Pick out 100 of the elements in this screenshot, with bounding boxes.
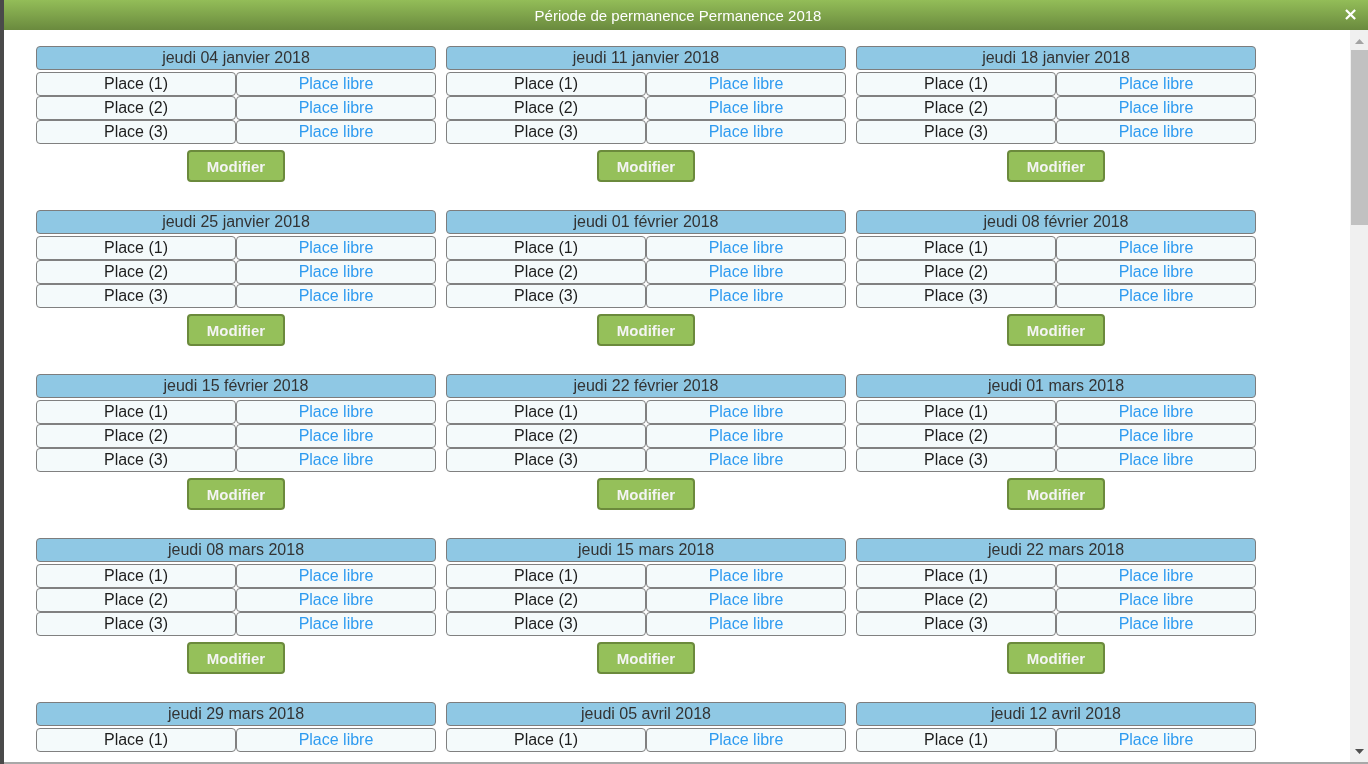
date-header: jeudi 01 mars 2018 — [856, 374, 1256, 398]
place-status-link[interactable]: Place libre — [236, 120, 436, 144]
place-label: Place (2) — [856, 96, 1056, 120]
modify-button[interactable]: Modifier — [597, 314, 695, 346]
place-label: Place (1) — [856, 72, 1056, 96]
date-header: jeudi 01 février 2018 — [446, 210, 846, 234]
place-label: Place (3) — [856, 448, 1056, 472]
place-status-link[interactable]: Place libre — [646, 72, 846, 96]
modify-button[interactable]: Modifier — [1007, 478, 1105, 510]
place-label: Place (2) — [36, 588, 236, 612]
place-label: Place (3) — [856, 612, 1056, 636]
date-header: jeudi 08 février 2018 — [856, 210, 1256, 234]
place-status-link[interactable]: Place libre — [236, 260, 436, 284]
date-header: jeudi 29 mars 2018 — [36, 702, 436, 726]
place-status-link[interactable]: Place libre — [1056, 612, 1256, 636]
place-status-link[interactable]: Place libre — [646, 728, 846, 752]
place-status-link[interactable]: Place libre — [1056, 400, 1256, 424]
place-label: Place (1) — [36, 728, 236, 752]
modify-button[interactable]: Modifier — [1007, 314, 1105, 346]
modify-button[interactable]: Modifier — [187, 314, 285, 346]
modify-button[interactable]: Modifier — [597, 642, 695, 674]
place-status-link[interactable]: Place libre — [1056, 236, 1256, 260]
place-status-link[interactable]: Place libre — [1056, 728, 1256, 752]
modify-button[interactable]: Modifier — [1007, 642, 1105, 674]
place-label: Place (2) — [36, 96, 236, 120]
place-label: Place (2) — [446, 588, 646, 612]
date-header: jeudi 22 mars 2018 — [856, 538, 1256, 562]
modify-button[interactable]: Modifier — [597, 478, 695, 510]
place-label: Place (1) — [446, 72, 646, 96]
date-header: jeudi 18 janvier 2018 — [856, 46, 1256, 70]
place-label: Place (2) — [446, 96, 646, 120]
date-header: jeudi 12 avril 2018 — [856, 702, 1256, 726]
scroll-up-arrow-icon[interactable] — [1354, 39, 1364, 44]
place-status-link[interactable]: Place libre — [646, 260, 846, 284]
modify-button[interactable]: Modifier — [187, 642, 285, 674]
date-header: jeudi 04 janvier 2018 — [36, 46, 436, 70]
place-label: Place (3) — [856, 284, 1056, 308]
place-status-link[interactable]: Place libre — [236, 284, 436, 308]
place-status-link[interactable]: Place libre — [236, 612, 436, 636]
place-label: Place (1) — [36, 236, 236, 260]
place-label: Place (1) — [446, 564, 646, 588]
place-status-link[interactable]: Place libre — [1056, 588, 1256, 612]
place-label: Place (3) — [446, 120, 646, 144]
place-status-link[interactable]: Place libre — [236, 564, 436, 588]
place-status-link[interactable]: Place libre — [1056, 564, 1256, 588]
close-button[interactable]: × — [1340, 5, 1360, 23]
place-status-link[interactable]: Place libre — [1056, 120, 1256, 144]
place-label: Place (2) — [36, 260, 236, 284]
place-status-link[interactable]: Place libre — [646, 284, 846, 308]
date-header: jeudi 05 avril 2018 — [446, 702, 846, 726]
place-status-link[interactable]: Place libre — [236, 588, 436, 612]
place-label: Place (3) — [446, 448, 646, 472]
place-status-link[interactable]: Place libre — [646, 564, 846, 588]
place-status-link[interactable]: Place libre — [646, 236, 846, 260]
modify-button[interactable]: Modifier — [187, 150, 285, 182]
date-header: jeudi 11 janvier 2018 — [446, 46, 846, 70]
scroll-down-arrow-icon[interactable] — [1354, 749, 1364, 754]
place-status-link[interactable]: Place libre — [646, 448, 846, 472]
place-label: Place (1) — [446, 400, 646, 424]
place-status-link[interactable]: Place libre — [236, 448, 436, 472]
place-label: Place (3) — [446, 284, 646, 308]
place-label: Place (3) — [36, 284, 236, 308]
place-status-link[interactable]: Place libre — [1056, 260, 1256, 284]
place-label: Place (2) — [856, 424, 1056, 448]
place-status-link[interactable]: Place libre — [236, 728, 436, 752]
place-status-link[interactable]: Place libre — [236, 236, 436, 260]
scrollbar-thumb[interactable] — [1350, 50, 1368, 225]
place-status-link[interactable]: Place libre — [646, 424, 846, 448]
modify-button[interactable]: Modifier — [1007, 150, 1105, 182]
place-label: Place (3) — [36, 120, 236, 144]
place-status-link[interactable]: Place libre — [646, 588, 846, 612]
place-label: Place (2) — [446, 260, 646, 284]
modify-button[interactable]: Modifier — [187, 478, 285, 510]
place-status-link[interactable]: Place libre — [646, 400, 846, 424]
modify-button[interactable]: Modifier — [597, 150, 695, 182]
place-status-link[interactable]: Place libre — [1056, 96, 1256, 120]
place-label: Place (1) — [446, 236, 646, 260]
place-status-link[interactable]: Place libre — [646, 120, 846, 144]
place-label: Place (3) — [36, 612, 236, 636]
place-label: Place (1) — [446, 728, 646, 752]
place-status-link[interactable]: Place libre — [646, 96, 846, 120]
place-status-link[interactable]: Place libre — [1056, 448, 1256, 472]
place-status-link[interactable]: Place libre — [236, 72, 436, 96]
place-label: Place (2) — [856, 260, 1056, 284]
date-header: jeudi 15 février 2018 — [36, 374, 436, 398]
date-header: jeudi 25 janvier 2018 — [36, 210, 436, 234]
place-status-link[interactable]: Place libre — [236, 96, 436, 120]
place-status-link[interactable]: Place libre — [236, 400, 436, 424]
place-status-link[interactable]: Place libre — [236, 424, 436, 448]
place-label: Place (1) — [856, 728, 1056, 752]
place-status-link[interactable]: Place libre — [1056, 284, 1256, 308]
place-status-link[interactable]: Place libre — [1056, 424, 1256, 448]
place-status-link[interactable]: Place libre — [646, 612, 846, 636]
place-label: Place (1) — [36, 564, 236, 588]
place-label: Place (3) — [856, 120, 1056, 144]
place-status-link[interactable]: Place libre — [1056, 72, 1256, 96]
place-label: Place (1) — [36, 400, 236, 424]
place-label: Place (2) — [856, 588, 1056, 612]
place-label: Place (1) — [856, 400, 1056, 424]
date-header: jeudi 22 février 2018 — [446, 374, 846, 398]
